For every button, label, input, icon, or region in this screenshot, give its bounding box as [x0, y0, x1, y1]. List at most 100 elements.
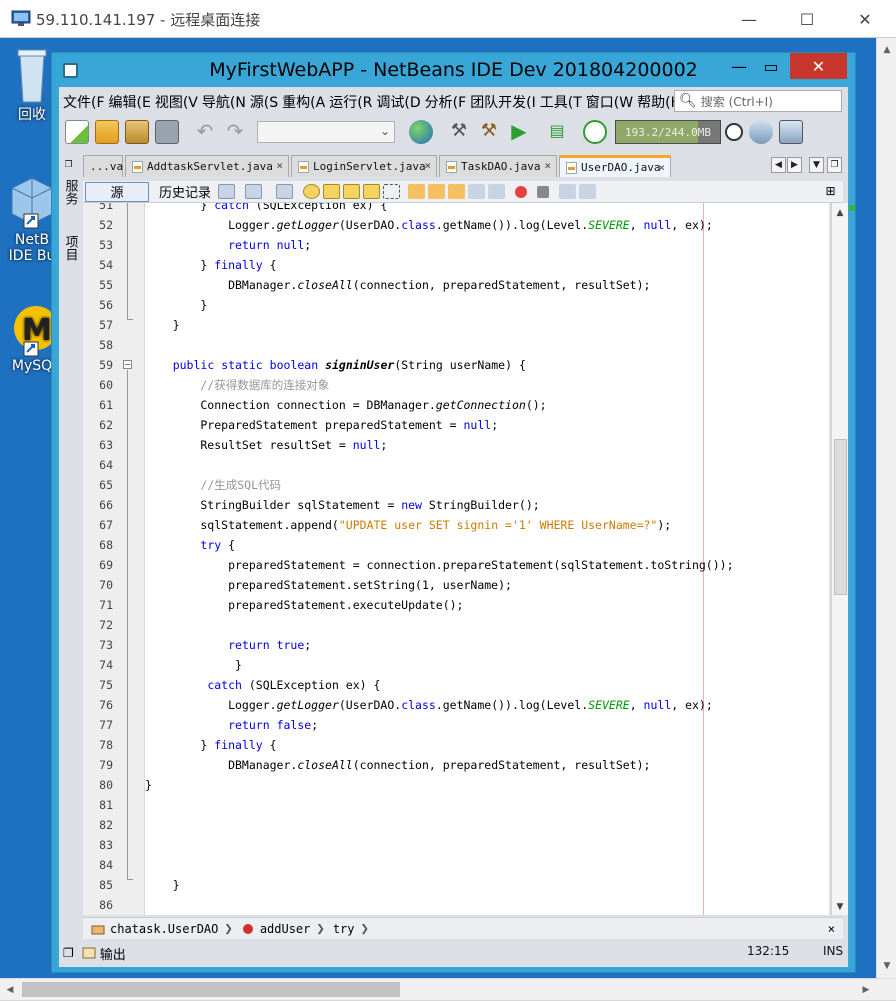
menu-tools[interactable]: 工具(T	[536, 92, 582, 112]
menu-run[interactable]: 运行(R	[325, 92, 372, 112]
globe-icon[interactable]	[409, 120, 433, 144]
menu-edit[interactable]: 编辑(E	[105, 92, 151, 112]
close-breadcrumb-icon[interactable]: ×	[828, 922, 835, 936]
tab-scroll-left-icon[interactable]: ◀	[771, 157, 786, 173]
editor-vertical-scrollbar[interactable]: ▲ ▼	[831, 203, 848, 915]
menu-team[interactable]: 团队开发(I	[466, 92, 536, 112]
code-editor[interactable]: 51 } catch (SQLException ex) { 52 Logger…	[83, 203, 829, 915]
save-all-icon[interactable]	[155, 120, 179, 144]
scroll-thumb[interactable]	[834, 439, 847, 595]
restore-window-icon[interactable]: ❐	[827, 157, 842, 173]
scroll-up-icon[interactable]: ▲	[877, 40, 896, 60]
tab-loginservlet[interactable]: LoginServlet.java ×	[291, 155, 437, 177]
gc-icon[interactable]	[749, 120, 773, 144]
search-input[interactable]: 🔍︎ 搜索 (Ctrl+I)	[674, 90, 842, 112]
nb-close-button[interactable]: ✕	[790, 53, 847, 79]
find-prev-icon[interactable]	[323, 184, 340, 199]
scroll-down-icon[interactable]: ▼	[832, 899, 848, 915]
history-view-button[interactable]: 历史记录	[155, 182, 215, 202]
search-icon: 🔍︎	[679, 93, 697, 109]
close-button[interactable]: ✕	[836, 0, 894, 38]
fold-guide	[127, 370, 128, 880]
fold-guide	[127, 203, 128, 319]
undo-icon[interactable]: ↶	[193, 120, 217, 144]
close-icon[interactable]: ×	[544, 159, 551, 172]
source-view-button[interactable]: 源	[85, 181, 149, 202]
memory-indicator[interactable]: 193.2/244.0MB	[615, 120, 721, 144]
select-icon[interactable]	[383, 184, 400, 199]
new-project-icon[interactable]	[95, 120, 119, 144]
clean-build-icon[interactable]: ⚒	[477, 120, 501, 144]
breadcrumb-block[interactable]: try ❯	[333, 921, 369, 937]
window-restore-icon[interactable]: ❐	[61, 157, 76, 173]
close-icon[interactable]: ×	[276, 159, 283, 172]
close-icon[interactable]: ×	[658, 161, 665, 174]
database-icon[interactable]	[779, 120, 803, 144]
window-restore-icon[interactable]: ❐	[63, 946, 74, 960]
nb-maximize-button[interactable]: ▭	[755, 53, 787, 79]
menu-profile[interactable]: 分析(F	[421, 92, 467, 112]
toggle-highlight-icon[interactable]	[363, 184, 380, 199]
find-next-icon[interactable]	[343, 184, 360, 199]
menu-file[interactable]: 文件(F	[59, 92, 105, 112]
configuration-combo[interactable]: ⌄	[257, 121, 395, 143]
build-hammer-icon[interactable]: ⚒	[447, 120, 471, 144]
scroll-up-icon[interactable]: ▲	[832, 205, 848, 221]
tab-list-icon[interactable]: ▼	[809, 157, 824, 173]
debug-icon[interactable]: ▤	[545, 120, 569, 144]
breadcrumb-label: addUser	[259, 921, 311, 936]
rdp-vertical-scrollbar[interactable]: ▲ ▼	[876, 38, 896, 978]
new-file-icon[interactable]	[65, 120, 89, 144]
breadcrumb-label: chatask.UserDAO	[110, 921, 219, 936]
shift-left-icon[interactable]	[468, 184, 485, 199]
forward-icon[interactable]	[245, 184, 262, 199]
split-editor-icon[interactable]: ⊞	[822, 184, 839, 199]
back-icon[interactable]	[218, 184, 235, 199]
output-icon	[82, 947, 96, 959]
rdp-horizontal-scrollbar[interactable]: ◀ ▶	[0, 978, 896, 1000]
projects-panel-tab[interactable]: 项目	[60, 235, 80, 295]
run-icon[interactable]: ▶	[507, 120, 531, 144]
prev-bookmark-icon[interactable]	[408, 184, 425, 199]
close-icon[interactable]: ×	[424, 159, 431, 172]
profile-icon[interactable]	[583, 120, 607, 144]
scroll-down-icon[interactable]: ▼	[877, 956, 896, 976]
output-panel-tab[interactable]: 输出	[82, 944, 126, 963]
scroll-right-icon[interactable]: ▶	[856, 979, 876, 1001]
tab-scroll-right-icon[interactable]: ▶	[787, 157, 802, 173]
menu-view[interactable]: 视图(V	[151, 92, 198, 112]
open-project-icon[interactable]	[125, 120, 149, 144]
netbeans-cube-icon	[11, 177, 53, 229]
nb-minimize-button[interactable]: —	[723, 53, 755, 79]
menu-refactor[interactable]: 重构(A	[278, 92, 325, 112]
fold-toggle-icon[interactable]: −	[123, 360, 132, 369]
menu-source[interactable]: 源(S	[246, 92, 278, 112]
tab-taskdao[interactable]: TaskDAO.java ×	[439, 155, 557, 177]
tab-truncated[interactable]: ...va	[83, 155, 123, 177]
tab-userdao[interactable]: UserDAO.java ×	[559, 155, 671, 177]
comment-icon[interactable]	[559, 184, 576, 199]
last-edit-icon[interactable]	[276, 184, 293, 199]
scroll-thumb[interactable]	[22, 982, 400, 997]
maximize-button[interactable]: ☐	[778, 0, 836, 38]
menu-debug[interactable]: 调试(D	[372, 92, 420, 112]
minimize-button[interactable]: —	[720, 0, 778, 38]
breadcrumb-method[interactable]: addUser ❯	[241, 921, 325, 937]
clock-icon[interactable]	[725, 123, 743, 141]
tab-label: AddtaskServlet.java	[147, 160, 273, 173]
redo-icon[interactable]: ↷	[223, 120, 247, 144]
scroll-left-icon[interactable]: ◀	[0, 979, 20, 1001]
next-bookmark-icon[interactable]	[428, 184, 445, 199]
menu-navigate[interactable]: 导航(N	[198, 92, 246, 112]
record-macro-icon[interactable]	[515, 185, 527, 198]
services-panel-tab[interactable]: 服务	[60, 179, 80, 231]
stop-macro-icon[interactable]	[537, 185, 549, 198]
breadcrumb-class[interactable]: chatask.UserDAO ❯	[91, 921, 233, 937]
uncomment-icon[interactable]	[579, 184, 596, 199]
netbeans-body: 文件(F 编辑(E 视图(V 导航(N 源(S 重构(A 运行(R 调试(D 分…	[59, 87, 855, 967]
menu-window[interactable]: 窗口(W	[582, 92, 633, 112]
find-icon[interactable]	[303, 184, 320, 199]
shift-right-icon[interactable]	[488, 184, 505, 199]
toggle-bookmark-icon[interactable]	[448, 184, 465, 199]
tab-addtaskservlet[interactable]: AddtaskServlet.java ×	[125, 155, 289, 177]
